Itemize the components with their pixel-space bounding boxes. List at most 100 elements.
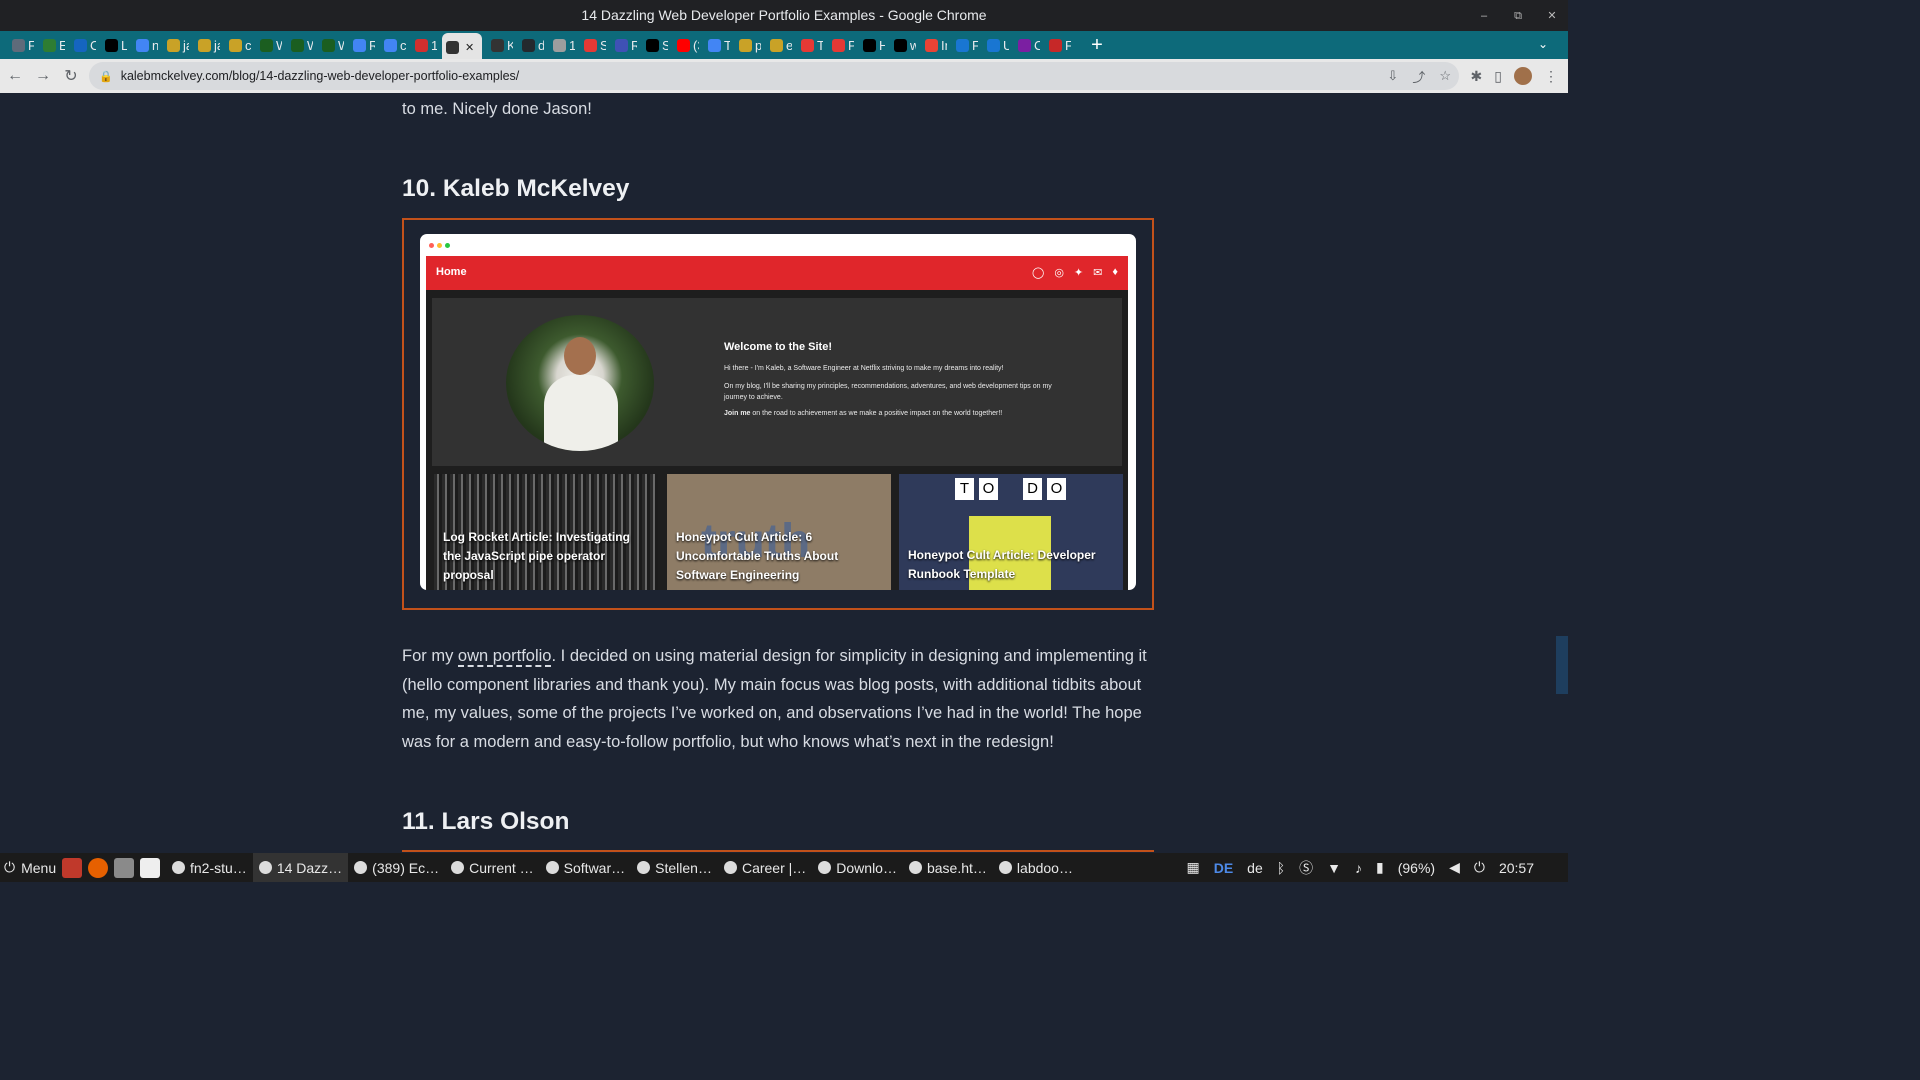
window-title-bar: 14 Dazzling Web Developer Portfolio Exam… [0,0,1568,31]
profile-avatar[interactable] [1514,67,1532,85]
browser-tab[interactable]: Cc [1014,33,1040,57]
files-icon[interactable] [114,857,134,878]
window-icon [637,861,651,874]
browser-tab[interactable]: St [580,33,606,57]
browser-tab[interactable]: ✕ [442,33,482,61]
browser-tab[interactable]: Py [828,33,854,57]
browser-tab[interactable]: K: [487,33,513,57]
browser-tab[interactable]: ja [194,33,220,57]
tab-label: Re [631,37,637,53]
taskbar-window-button[interactable]: Softwar… [540,853,631,882]
start-menu-button[interactable]: ⏻ Menu [0,859,62,876]
browser-tab[interactable]: ja [163,33,189,57]
taskbar-window-button[interactable]: base.ht… [903,853,993,882]
forward-button[interactable]: → [30,67,56,85]
back-button[interactable]: ← [2,67,28,85]
minimize-button[interactable]: – [1476,8,1492,24]
browser-tab[interactable]: 14 [411,33,437,57]
keyboard-icon[interactable]: ▦ [1186,859,1199,876]
page-content: to me. Nicely done Jason! 10. Kaleb McKe… [0,93,1568,853]
scrollbar-thumb[interactable] [1556,636,1568,694]
tab-label: dj [538,37,544,53]
tab-favicon-icon [384,38,397,52]
taskbar-window-button[interactable]: Career |… [718,853,812,882]
browser-tab[interactable]: Fr [1045,33,1071,57]
taskbar-window-button[interactable]: Current … [445,853,540,882]
welcome-text-3: Join me on the road to achievement as we… [724,410,1003,417]
tab-search-button[interactable]: ⌄ [1538,37,1548,51]
extensions-icon[interactable]: ✱ [1471,68,1483,85]
browser-tab[interactable]: Sc [642,33,668,57]
notifications-icon[interactable]: ♪ [1355,860,1362,876]
bookmark-star-icon[interactable]: ☆ [1439,68,1451,84]
window-icon [258,861,272,874]
firefox-icon[interactable] [88,857,108,878]
tab-favicon-icon [677,38,690,52]
tab-favicon-icon [229,38,242,52]
taskbar-window-button[interactable]: labdoo… [993,853,1079,882]
taskbar-window-button[interactable]: fn2-stu… [166,853,253,882]
power-icon[interactable]: ⏻ [1474,859,1485,876]
browser-tab[interactable]: 12 [549,33,575,57]
taskbar-window-button[interactable]: 14 Dazz… [252,853,349,882]
system-tray: ▦ DE de ᛒ Ⓢ ▼ ♪ ▮ (96%) ◀ ⏻ 20:57 [1186,853,1568,882]
close-tab-icon[interactable]: ✕ [465,41,474,54]
bluetooth-icon[interactable]: ᛒ [1277,860,1285,876]
new-tab-button[interactable]: + [1082,34,1112,57]
tab-label: Li [121,37,127,53]
taskbar-window-button[interactable]: (389) Ec… [348,853,445,882]
browser-tab[interactable]: Li [101,33,127,57]
browser-tab[interactable]: dj [518,33,544,57]
heading-kaleb-mckelvey: 10. Kaleb McKelvey [402,175,630,202]
browser-tab[interactable]: W [256,33,282,57]
launcher-app[interactable] [62,857,82,878]
browser-tab[interactable]: W [287,33,313,57]
browser-tab[interactable]: w [890,33,916,57]
skype-icon[interactable]: Ⓢ [1299,858,1313,878]
maximize-button[interactable]: ⧉ [1510,8,1526,24]
url-text[interactable]: kalebmckelvey.com/blog/14-dazzling-web-d… [121,69,520,83]
volume-icon[interactable]: ◀ [1449,859,1460,876]
text-editor-icon[interactable] [140,857,160,878]
browser-tab[interactable]: W [318,33,344,57]
language-indicator[interactable]: DE [1214,860,1233,876]
browser-tab[interactable]: Er [39,33,65,57]
taskbar-window-button[interactable]: Downlo… [812,853,903,882]
browser-tab[interactable]: cr [380,33,406,57]
battery-icon[interactable]: ▮ [1376,859,1384,876]
browser-tab[interactable]: Ui [983,33,1009,57]
side-panel-icon[interactable]: ▯ [1494,68,1502,85]
share-icon[interactable]: ⤴ [1412,67,1425,86]
browser-tab[interactable]: Re [349,33,375,57]
browser-tab[interactable]: (3 [673,33,699,57]
browser-tab[interactable]: Tr [704,33,730,57]
lightbulb-icon: ♦ [1112,266,1118,278]
browser-tab[interactable]: cs [225,33,251,57]
window-icon [723,861,737,874]
tab-label: Fr [972,37,978,53]
browser-tab[interactable]: Fi [8,33,34,57]
github-icon: ◯ [1032,267,1045,279]
tab-favicon-icon [956,38,969,52]
browser-tab[interactable]: na [132,33,158,57]
browser-tab[interactable]: py [735,33,761,57]
own-portfolio-link[interactable]: own portfolio [457,647,552,667]
address-bar[interactable]: 🔒 kalebmckelvey.com/blog/14-dazzling-web… [89,62,1459,90]
language-code[interactable]: de [1247,860,1263,876]
browser-tab[interactable]: Tr [797,33,823,57]
reload-button[interactable]: ↻ [58,66,84,86]
chrome-menu-icon[interactable]: ⋮ [1544,68,1558,85]
wifi-icon[interactable]: ▼ [1327,860,1341,876]
browser-tab[interactable]: Fr [952,33,978,57]
browser-tab[interactable]: Cc [70,33,96,57]
tab-favicon-icon [522,38,535,52]
browser-tab[interactable]: ec [766,33,792,57]
close-window-button[interactable]: ✕ [1544,8,1560,24]
browser-tab[interactable]: Re [611,33,637,57]
install-app-icon[interactable]: ⇩ [1387,68,1398,84]
taskbar-window-button[interactable]: Stellen… [631,853,718,882]
browser-tab[interactable]: In [921,33,947,57]
lock-icon[interactable]: 🔒 [99,70,113,83]
browser-tab[interactable]: H: [859,33,885,57]
clock[interactable]: 20:57 [1499,860,1534,876]
